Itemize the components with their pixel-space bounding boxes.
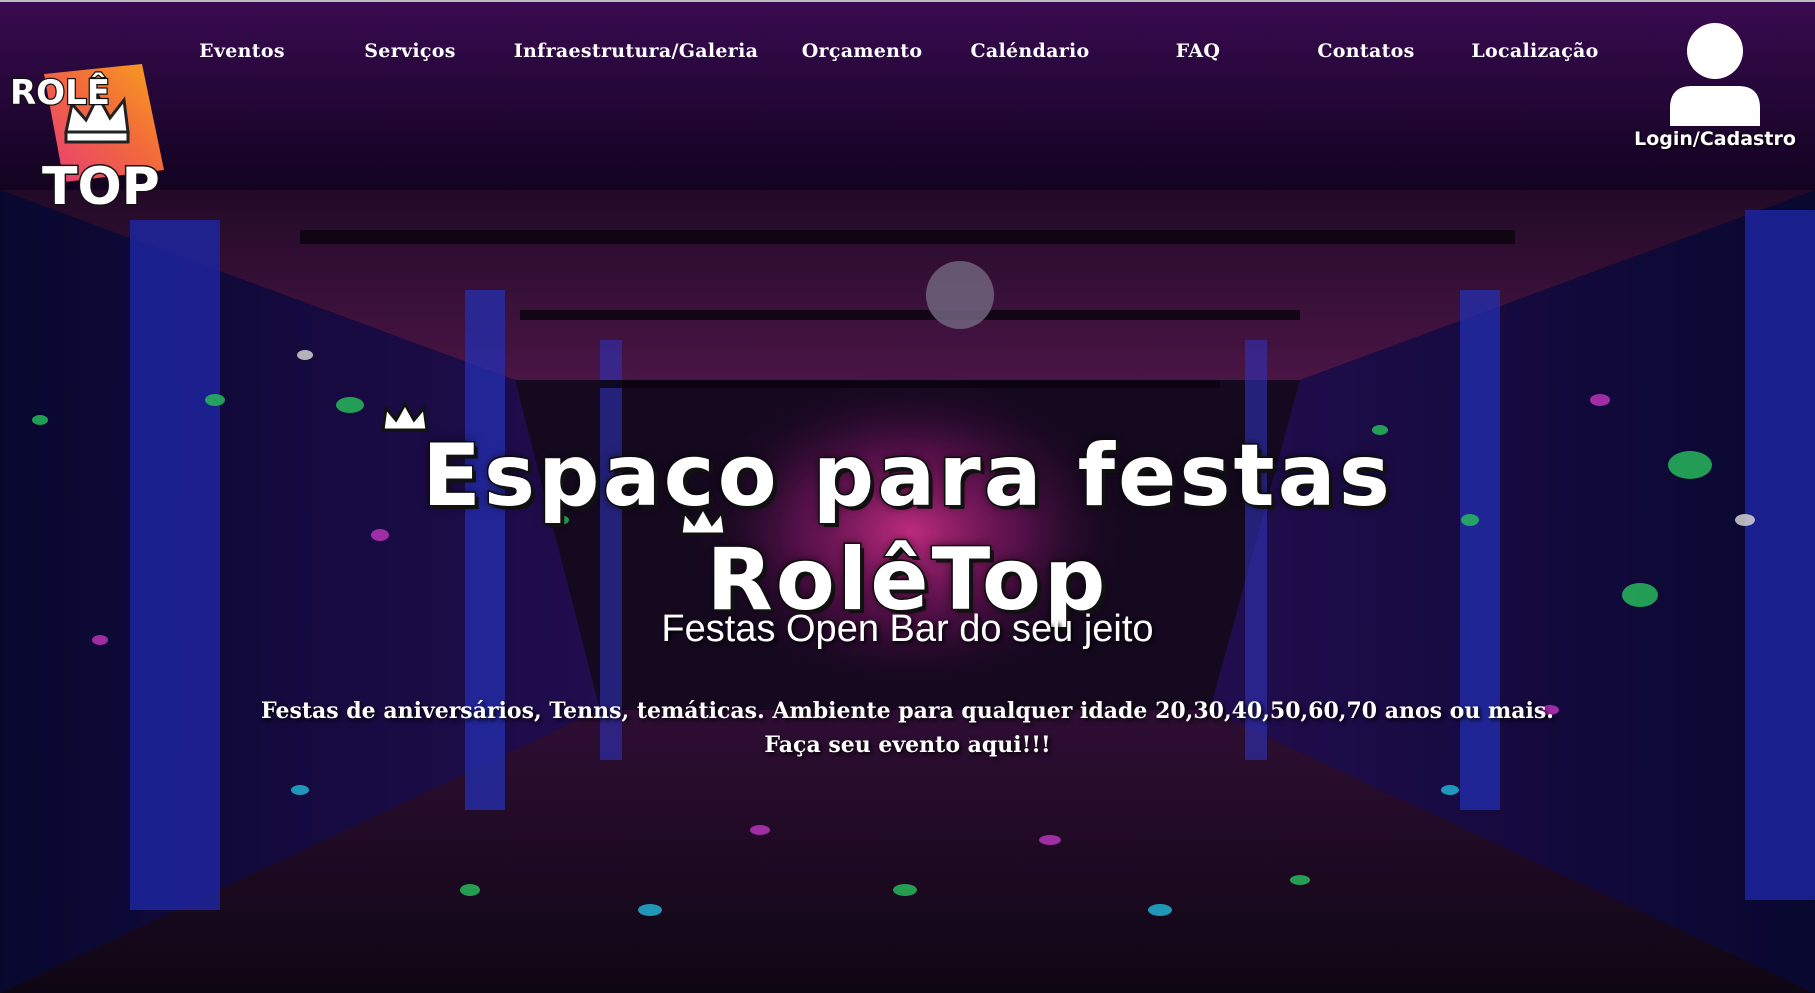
nav-link-servicos[interactable]: Serviços: [364, 40, 455, 62]
login-label: Login/Cadastro: [1634, 128, 1796, 150]
top-navigation-bar: Eventos Serviços Infraestrutura/Galeria …: [0, 0, 1815, 190]
nav-link-contatos[interactable]: Contatos: [1317, 40, 1414, 62]
logo-text-bottom: TOP: [42, 157, 160, 210]
nav-link-infraestrutura-galeria[interactable]: Infraestrutura/Galeria: [514, 40, 758, 62]
hero-section: Espaco para festas RolêTop Festas Open B…: [0, 190, 1815, 993]
hero-description-line1: Festas de aniversários, Tenns, temáticas…: [261, 698, 1554, 724]
nav-link-orcamento[interactable]: Orçamento: [802, 40, 923, 62]
hero-description-line2: Faça seu evento aqui!!!: [764, 732, 1051, 758]
hero-subtitle: Festas Open Bar do seu jeito: [661, 608, 1154, 650]
user-icon: [1670, 23, 1760, 126]
nav-link-eventos[interactable]: Eventos: [199, 40, 285, 62]
roletop-logo[interactable]: ROLÊ TOP: [6, 60, 206, 219]
hero-title-line1: Espaco para festas: [421, 425, 1393, 528]
nav-link-faq[interactable]: FAQ: [1176, 40, 1221, 62]
logo-text-top: ROLÊ: [10, 72, 110, 113]
login-cadastro-button[interactable]: Login/Cadastro: [1630, 22, 1800, 162]
nav-link-calendario[interactable]: Caléndario: [970, 40, 1089, 62]
nav-link-localizacao[interactable]: Localização: [1471, 40, 1598, 62]
